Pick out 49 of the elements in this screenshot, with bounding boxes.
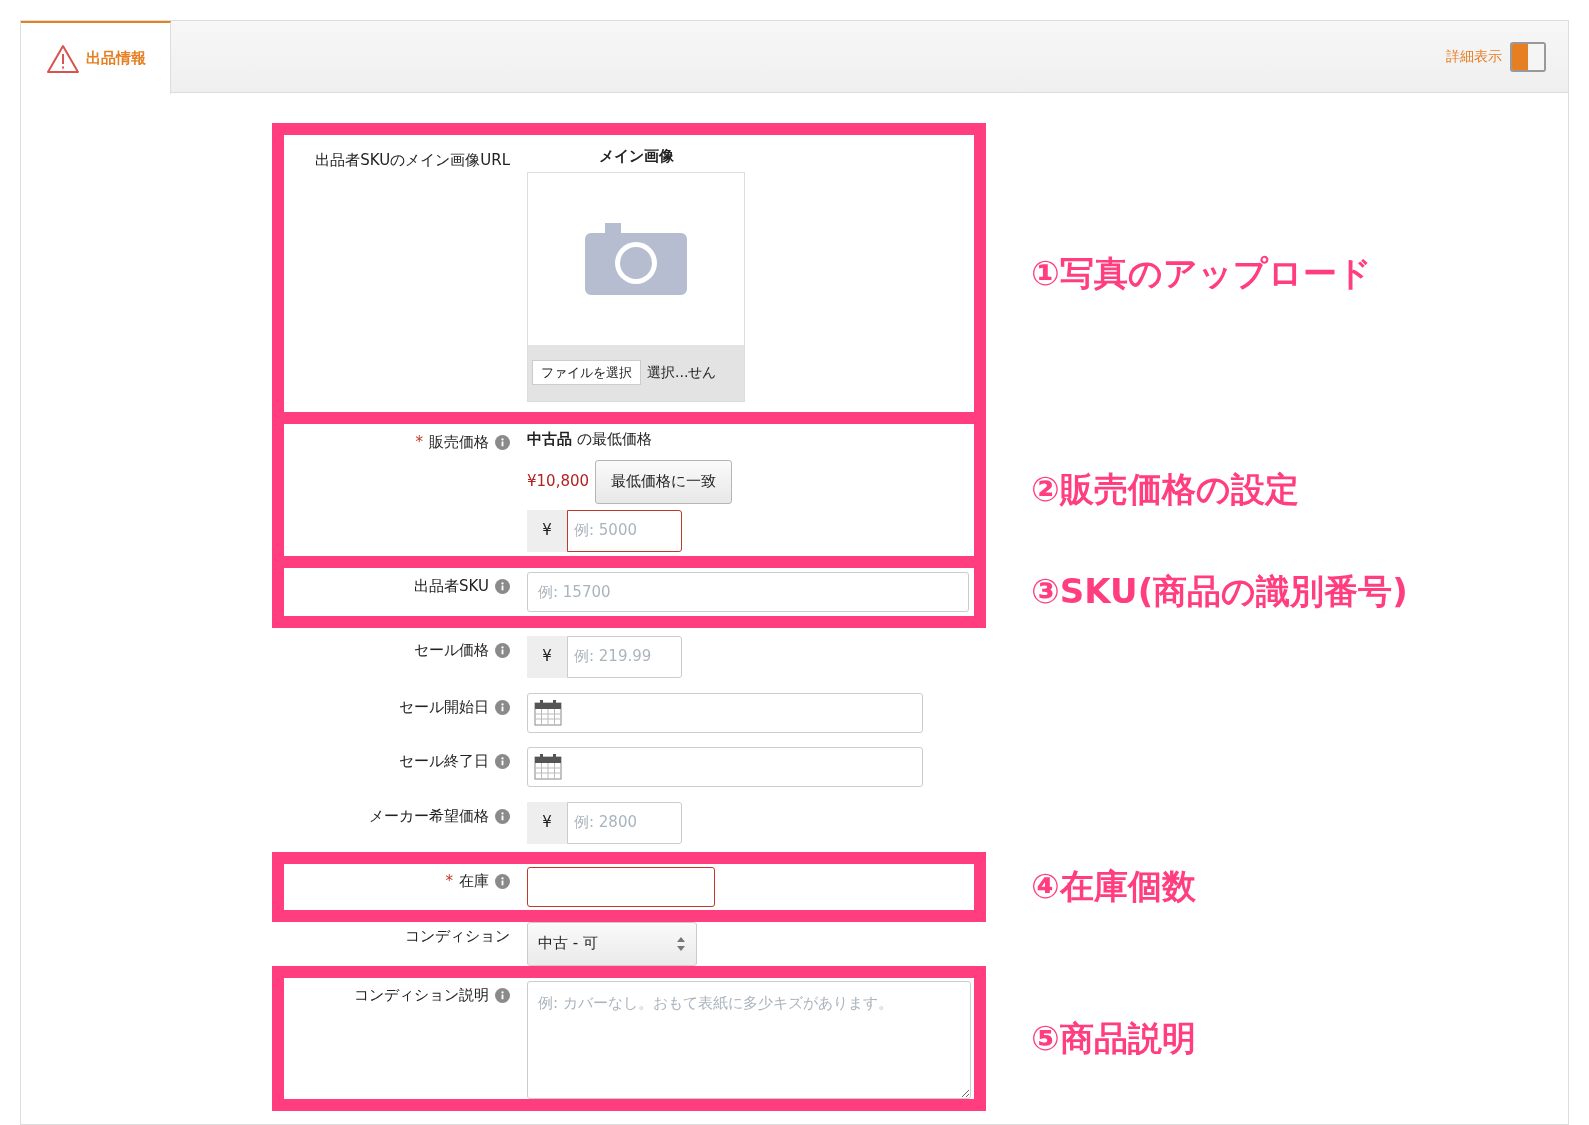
price-field[interactable]: 例: 5000 xyxy=(567,509,682,552)
calendar-icon[interactable] xyxy=(534,699,562,726)
date-field[interactable] xyxy=(527,746,923,787)
image-dropzone[interactable]: ファイルを選択 選択...せん xyxy=(527,171,745,402)
annotation-label: ⑤商品説明 xyxy=(1031,1016,1196,1060)
field-label: 在庫 xyxy=(459,871,489,893)
stock-field[interactable] xyxy=(527,866,715,907)
currency-addon: ¥ xyxy=(527,801,567,844)
info-icon[interactable] xyxy=(495,643,510,658)
detail-view-toggle[interactable] xyxy=(1510,41,1546,72)
required-asterisk: * xyxy=(415,432,423,454)
required-asterisk: * xyxy=(445,871,453,893)
currency-addon: ¥ xyxy=(527,635,567,678)
currency-addon: ¥ xyxy=(527,509,567,552)
sort-arrows-icon xyxy=(676,935,686,952)
info-icon[interactable] xyxy=(495,435,510,450)
field-label: セール価格 xyxy=(414,640,489,662)
info-icon[interactable] xyxy=(495,874,510,889)
field-label: 販売価格 xyxy=(429,432,489,454)
camera-icon xyxy=(585,222,687,295)
file-status: 選択...せん xyxy=(647,363,717,382)
field-label: セール終了日 xyxy=(399,751,489,773)
field-label: 出品者SKU xyxy=(414,576,489,598)
field-label: メーカー希望価格 xyxy=(369,806,489,828)
info-icon[interactable] xyxy=(495,988,510,1003)
annotation-label: ③SKU(商品の識別番号) xyxy=(1031,570,1408,613)
field-label: コンディション xyxy=(405,926,510,948)
calendar-icon[interactable] xyxy=(534,753,562,780)
info-icon[interactable] xyxy=(495,754,510,769)
field-label: セール開始日 xyxy=(399,697,489,719)
annotation-label: ④在庫個数 xyxy=(1031,865,1196,908)
match-lowest-price-button[interactable]: 最低価格に一致 xyxy=(595,459,733,504)
info-icon[interactable] xyxy=(495,809,510,824)
sku-field[interactable]: 例: 15700 xyxy=(527,571,969,612)
condition-note-field[interactable]: 例: カバーなし。おもて表紙に多少キズがあります。 xyxy=(527,980,971,1099)
field-label: 出品者SKUのメイン画像URL xyxy=(315,149,510,171)
lowest-price: ¥10,800 xyxy=(527,471,590,493)
annotation-label: ②販売価格の設定 xyxy=(1031,468,1299,511)
choose-file-button[interactable]: ファイルを選択 xyxy=(532,359,641,386)
info-icon[interactable] xyxy=(495,700,510,715)
annotation-label: ①写真のアップロード xyxy=(1031,251,1372,295)
warning-icon xyxy=(45,43,80,74)
info-icon[interactable] xyxy=(495,579,510,594)
image-heading: メイン画像 xyxy=(598,146,674,167)
date-field[interactable] xyxy=(527,692,923,733)
field-label: コンディション説明 xyxy=(354,985,489,1007)
lowest-price-caption: 中古品 の最低価格 xyxy=(527,428,653,450)
condition-select[interactable]: 中古 - 可 xyxy=(527,921,697,966)
detail-view-label: 詳細表示 xyxy=(1446,47,1502,66)
